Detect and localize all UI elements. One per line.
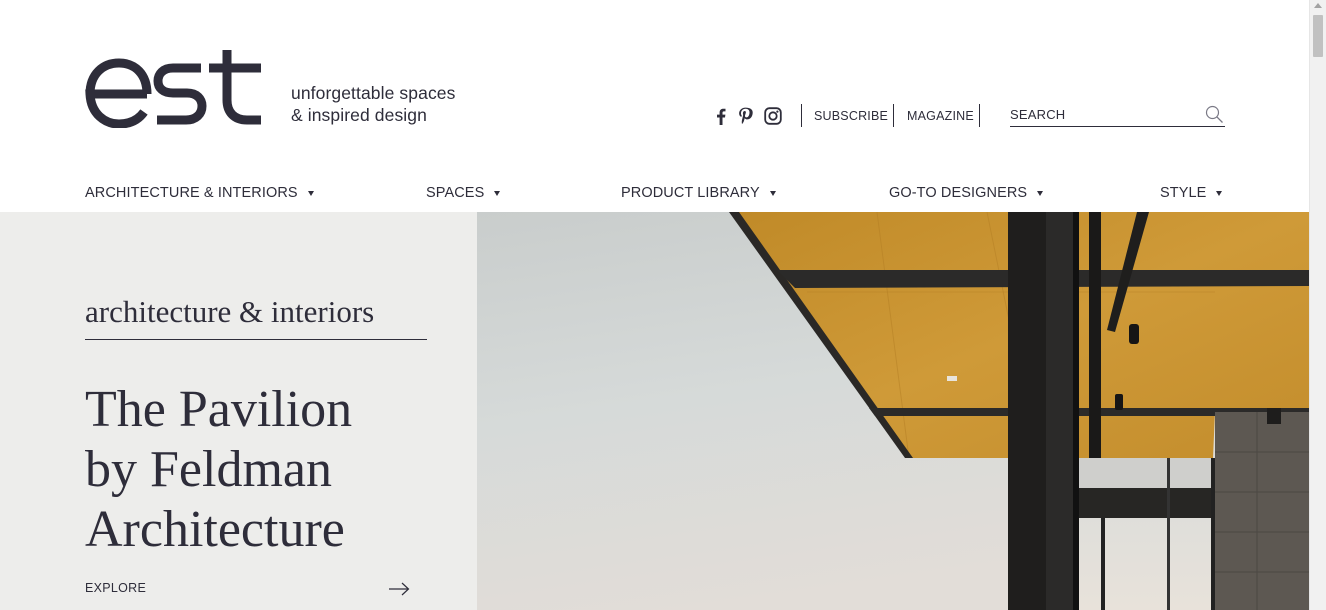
search-box [1010,102,1225,127]
nav-label: PRODUCT LIBRARY [621,185,760,201]
pinterest-icon[interactable] [738,105,753,127]
search-input[interactable] [1010,102,1195,126]
header-divider [801,104,802,127]
hero-image[interactable] [477,212,1309,610]
header-divider [979,104,980,127]
tagline-line-2: & inspired design [291,105,427,125]
nav-label: SPACES [426,185,485,201]
nav-product-library[interactable]: PRODUCT LIBRARY [621,185,776,201]
subscribe-link[interactable]: SUBSCRIBE [814,109,888,123]
hero-category-rule [85,339,427,340]
hero-title[interactable]: The Pavilion by Feldman Architecture [85,380,465,560]
tagline-line-1: unforgettable spaces [291,83,456,103]
caret-down-icon [307,190,314,196]
facebook-icon[interactable] [716,105,726,127]
scrollbar-thumb[interactable] [1313,15,1323,57]
nav-style[interactable]: STYLE [1160,185,1223,201]
scroll-up-icon[interactable] [1314,3,1322,8]
nav-spaces[interactable]: SPACES [426,185,501,201]
nav-go-to-designers[interactable]: GO-TO DESIGNERS [889,185,1044,201]
instagram-icon[interactable] [764,105,782,127]
est-logo[interactable]: est [85,48,265,128]
search-icon[interactable] [1205,105,1224,129]
header-divider [893,104,894,127]
hero-title-line: Architecture [85,501,345,558]
hero-title-line: by Feldman [85,441,332,498]
caret-down-icon [1037,190,1044,196]
caret-down-icon [1216,190,1223,196]
hero-category[interactable]: architecture & interiors [85,294,374,330]
caret-down-icon [494,190,501,196]
nav-label: ARCHITECTURE & INTERIORS [85,185,298,201]
nav-architecture-interiors[interactable]: ARCHITECTURE & INTERIORS [85,185,314,201]
nav-label: STYLE [1160,185,1207,201]
explore-link[interactable]: EXPLORE [85,581,146,595]
magazine-link[interactable]: MAGAZINE [907,109,974,123]
caret-down-icon [769,190,776,196]
nav-label: GO-TO DESIGNERS [889,185,1028,201]
page-scrollbar[interactable] [1309,0,1326,610]
hero-title-line: The Pavilion [85,381,353,438]
arrow-right-icon[interactable] [388,582,410,601]
brand-tagline: unforgettable spaces & inspired design [291,82,455,126]
